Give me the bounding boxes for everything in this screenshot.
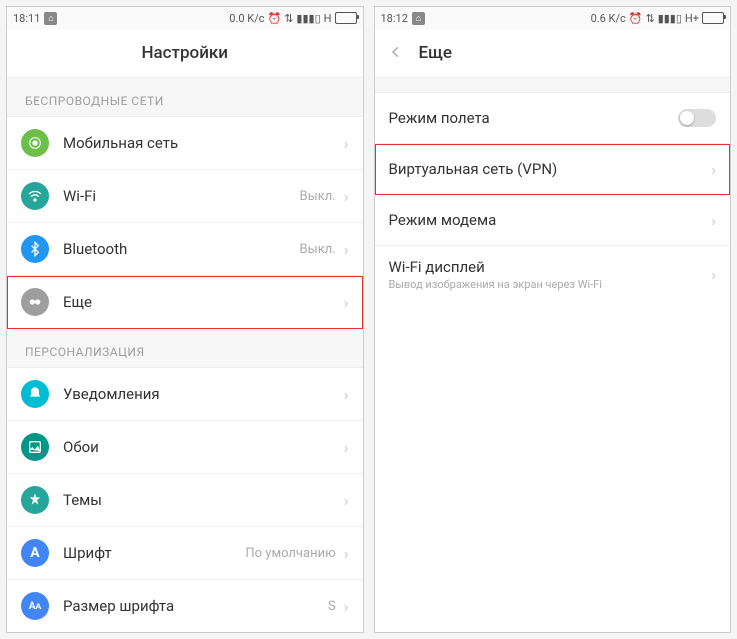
- network-type: H: [324, 12, 332, 25]
- section-wireless: БЕСПРОВОДНЫЕ СЕТИ: [7, 78, 363, 117]
- phone-more: 18:12 ⌂ 0.6 K/c ⏰ ⇅ ▮▮▮▯ H+ Еще Режим по…: [374, 6, 732, 633]
- alarm-icon: ⏰: [629, 12, 643, 25]
- chevron-right-icon: ›: [711, 211, 716, 230]
- item-label: Bluetooth: [63, 240, 300, 258]
- item-value: Выкл.: [300, 242, 336, 257]
- item-value: S: [328, 599, 336, 614]
- spacer: [375, 78, 731, 93]
- chevron-right-icon: ›: [344, 385, 349, 404]
- battery-icon: [702, 12, 724, 24]
- item-label: Еще: [63, 293, 344, 311]
- item-wifi-display[interactable]: Wi-Fi дисплей Вывод изображения на экран…: [375, 246, 731, 303]
- item-themes[interactable]: Темы ›: [7, 474, 363, 527]
- status-bar: 18:11 ⌂ 0.0 K/c ⏰ ⇅ ▮▮▮▯ H: [7, 7, 363, 29]
- wallpaper-icon: [21, 433, 49, 461]
- status-time: 18:12: [381, 12, 408, 25]
- titlebar: Еще: [375, 29, 731, 78]
- chevron-right-icon: ›: [344, 134, 349, 153]
- item-more[interactable]: Еще ›: [7, 276, 363, 329]
- sync-icon: ⇅: [284, 12, 293, 25]
- item-mobile-network[interactable]: Мобильная сеть ›: [7, 117, 363, 170]
- titlebar: Настройки: [7, 29, 363, 78]
- item-label: Wi-Fi дисплей: [389, 258, 712, 276]
- notifications-icon: [21, 380, 49, 408]
- signal-icon: ▮▮▮▯: [658, 12, 682, 25]
- item-label: Wi-Fi: [63, 187, 300, 205]
- status-time: 18:11: [13, 12, 40, 25]
- item-subtitle: Вывод изображения на экран через Wi-Fi: [389, 278, 712, 291]
- item-vpn[interactable]: Виртуальная сеть (VPN) ›: [375, 144, 731, 195]
- chevron-right-icon: ›: [711, 265, 716, 284]
- item-value: Выкл.: [300, 189, 336, 204]
- status-speed: 0.0 K/c: [229, 12, 264, 25]
- app-badge-icon: ⌂: [44, 12, 57, 25]
- battery-icon: [335, 12, 357, 24]
- page-title: Настройки: [141, 43, 228, 63]
- item-label: Шрифт: [63, 544, 245, 562]
- chevron-right-icon: ›: [711, 160, 716, 179]
- mobile-network-icon: [21, 129, 49, 157]
- chevron-right-icon: ›: [344, 491, 349, 510]
- more-icon: [21, 288, 49, 316]
- chevron-right-icon: ›: [344, 544, 349, 563]
- item-bluetooth[interactable]: Bluetooth Выкл. ›: [7, 223, 363, 276]
- item-wifi[interactable]: Wi-Fi Выкл. ›: [7, 170, 363, 223]
- item-label: Режим полета: [389, 109, 679, 127]
- back-icon[interactable]: [389, 44, 403, 63]
- section-personalization: ПЕРСОНАЛИЗАЦИЯ: [7, 329, 363, 368]
- item-wallpaper[interactable]: Обои ›: [7, 421, 363, 474]
- item-font-size[interactable]: Aᴀ Размер шрифта S ›: [7, 580, 363, 632]
- item-label: Виртуальная сеть (VPN): [389, 160, 712, 178]
- themes-icon: [21, 486, 49, 514]
- app-badge-icon: ⌂: [412, 12, 425, 25]
- page-title: Еще: [419, 43, 452, 63]
- item-label: Размер шрифта: [63, 597, 328, 615]
- airplane-toggle[interactable]: [678, 109, 716, 127]
- alarm-icon: ⏰: [268, 12, 282, 25]
- status-bar: 18:12 ⌂ 0.6 K/c ⏰ ⇅ ▮▮▮▯ H+: [375, 7, 731, 29]
- item-label: Уведомления: [63, 385, 344, 403]
- item-label: Темы: [63, 491, 344, 509]
- font-size-icon: Aᴀ: [21, 592, 49, 620]
- network-type: H+: [685, 12, 699, 25]
- chevron-right-icon: ›: [344, 187, 349, 206]
- item-notifications[interactable]: Уведомления ›: [7, 368, 363, 421]
- bluetooth-icon: [21, 235, 49, 263]
- item-tethering[interactable]: Режим модема ›: [375, 195, 731, 246]
- wifi-icon: [21, 182, 49, 210]
- item-value: По умолчанию: [245, 546, 335, 561]
- chevron-right-icon: ›: [344, 293, 349, 312]
- status-speed: 0.6 K/c: [591, 12, 626, 25]
- chevron-right-icon: ›: [344, 597, 349, 616]
- font-icon: A: [21, 539, 49, 567]
- chevron-right-icon: ›: [344, 240, 349, 259]
- chevron-right-icon: ›: [344, 438, 349, 457]
- item-label: Мобильная сеть: [63, 134, 336, 152]
- item-airplane-mode[interactable]: Режим полета: [375, 93, 731, 144]
- phone-settings: 18:11 ⌂ 0.0 K/c ⏰ ⇅ ▮▮▮▯ H Настройки БЕС…: [6, 6, 364, 633]
- item-font[interactable]: A Шрифт По умолчанию ›: [7, 527, 363, 580]
- item-label: Режим модема: [389, 211, 712, 229]
- item-label: Обои: [63, 438, 344, 456]
- sync-icon: ⇅: [645, 12, 654, 25]
- signal-icon: ▮▮▮▯: [296, 12, 320, 25]
